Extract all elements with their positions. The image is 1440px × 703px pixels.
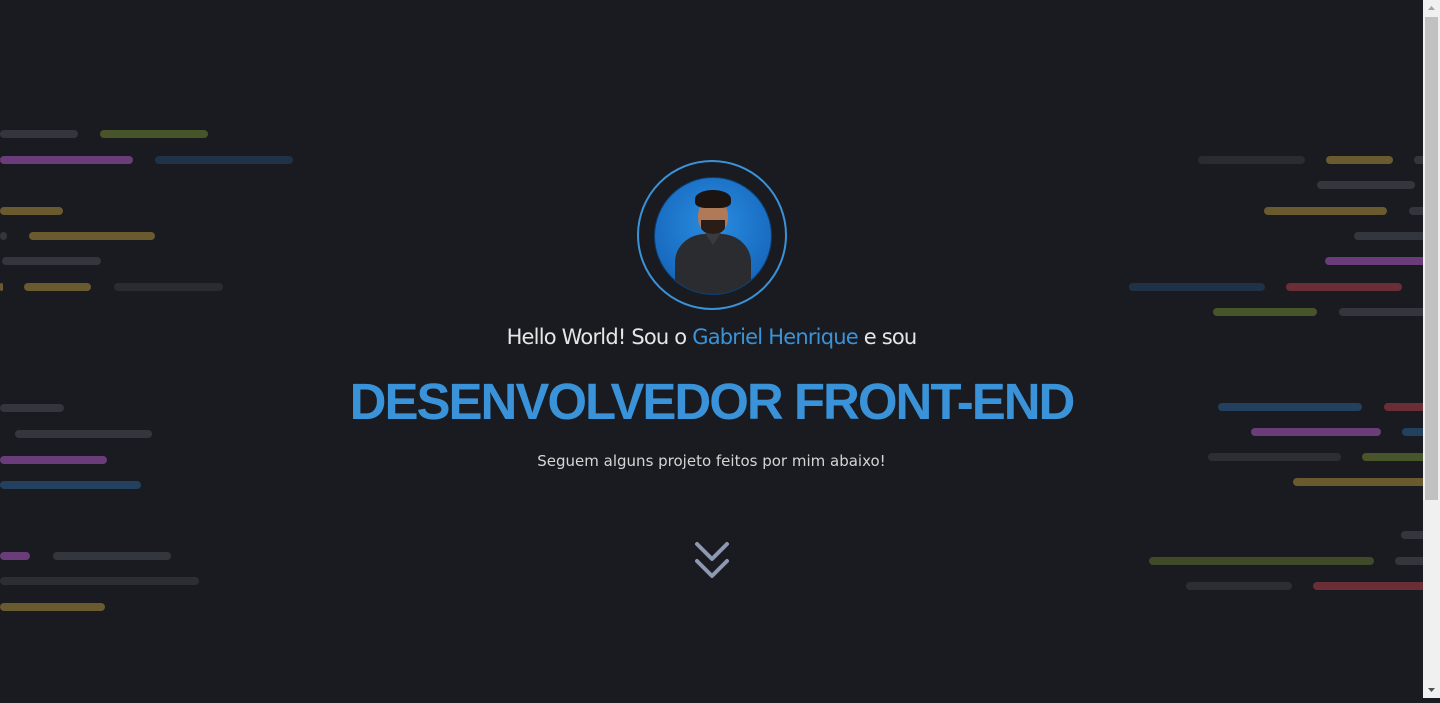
- code-line: [1317, 181, 1415, 189]
- developer-name: Gabriel Henrique: [692, 325, 858, 349]
- greeting-prefix: Hello World! Sou o: [506, 325, 693, 349]
- code-line: [1326, 156, 1393, 164]
- code-line: [1264, 207, 1387, 215]
- code-line: [29, 232, 155, 240]
- code-line: [24, 283, 91, 291]
- code-line: [1149, 557, 1374, 565]
- code-line: [1409, 207, 1423, 215]
- double-chevron-down-icon[interactable]: [693, 541, 731, 581]
- code-line: [1401, 531, 1423, 539]
- hero-section: Hello World! Sou o Gabriel Henrique e so…: [0, 0, 1423, 698]
- code-line: [1186, 582, 1292, 590]
- vertical-scrollbar[interactable]: [1423, 0, 1440, 698]
- code-line: [1325, 257, 1423, 265]
- scroll-up-arrow-icon[interactable]: [1423, 0, 1440, 17]
- code-line: [1213, 308, 1317, 316]
- scrollbar-thumb[interactable]: [1425, 17, 1438, 500]
- code-line: [1313, 582, 1423, 590]
- code-line: [15, 430, 152, 438]
- code-line: [100, 130, 208, 138]
- code-lines-decoration: [0, 0, 1423, 698]
- code-line: [2, 257, 101, 265]
- avatar: [654, 177, 772, 295]
- code-line: [114, 283, 223, 291]
- code-line: [0, 603, 105, 611]
- code-line: [1395, 557, 1423, 565]
- code-line: [1414, 156, 1423, 164]
- greeting-text: Hello World! Sou o Gabriel Henrique e so…: [0, 325, 1423, 349]
- code-line: [0, 481, 141, 489]
- code-line: [0, 156, 133, 164]
- code-line: [53, 552, 171, 560]
- code-line: [0, 207, 63, 215]
- code-line: [0, 232, 7, 240]
- greeting-suffix: e sou: [857, 325, 917, 349]
- subtitle: Seguem alguns projeto feitos por mim aba…: [537, 452, 886, 470]
- code-line: [0, 552, 30, 560]
- code-line: [0, 283, 3, 291]
- code-line: [155, 156, 293, 164]
- code-line: [0, 130, 78, 138]
- code-line: [1354, 232, 1423, 240]
- profile-photo-frame: [637, 160, 787, 310]
- code-line: [1339, 308, 1423, 316]
- code-line: [1129, 283, 1265, 291]
- code-line: [1198, 156, 1305, 164]
- code-line: [1293, 478, 1423, 486]
- code-line: [1286, 283, 1402, 291]
- page-title: DESENVOLVEDOR FRONT-END: [349, 373, 1076, 430]
- scroll-down-arrow-icon[interactable]: [1423, 681, 1440, 698]
- code-line: [0, 577, 199, 585]
